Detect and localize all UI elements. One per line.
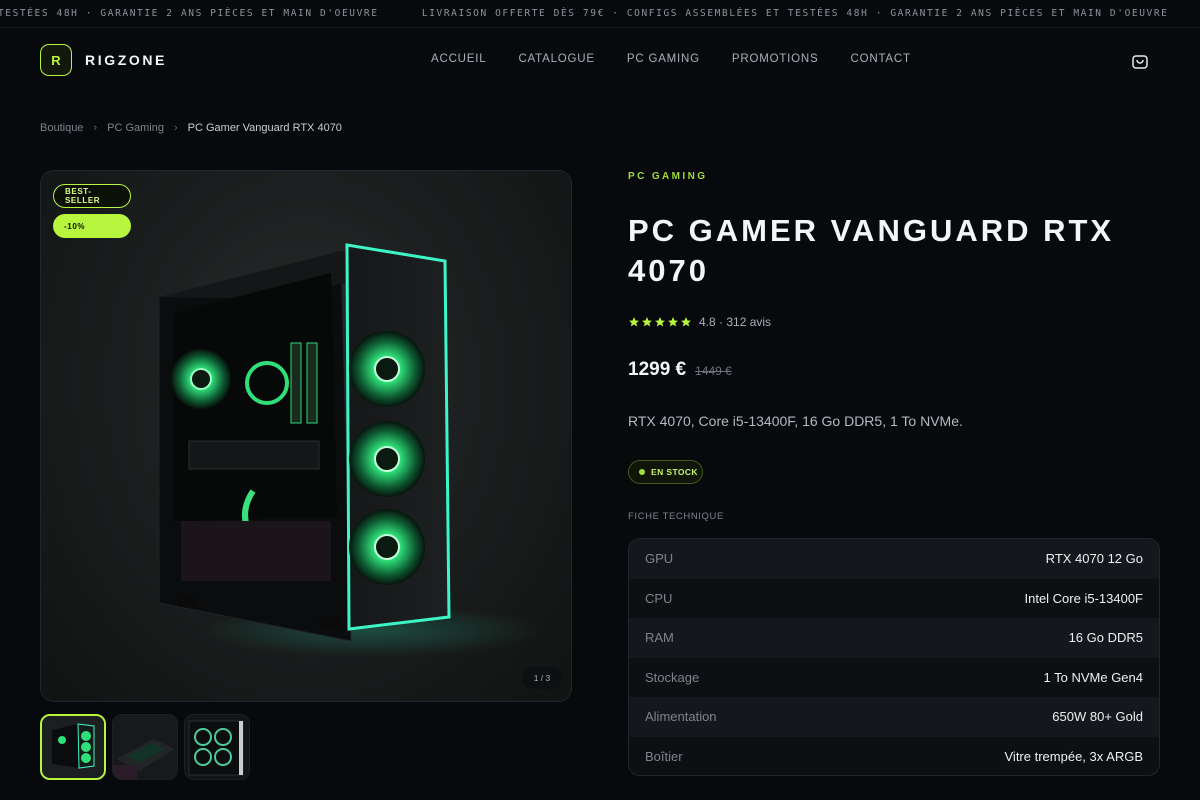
product-category[interactable]: PC GAMING <box>628 171 707 182</box>
spec-label: CPU <box>645 590 673 606</box>
product-rating[interactable]: 4.8 · 312 avis <box>628 315 771 329</box>
star-icon <box>681 317 691 327</box>
product-price: 1299 € 1449 € <box>628 359 732 381</box>
old-price: 1449 € <box>695 364 732 378</box>
breadcrumb-separator: › <box>93 122 98 134</box>
ticker-item: LIVRAISON OFFERTE DÈS 79€ · CONFIGS ASSE… <box>421 8 1169 19</box>
bestseller-badge: BEST-SELLER <box>53 184 131 208</box>
spec-label: Alimentation <box>645 709 717 725</box>
stock-label: EN STOCK <box>651 467 698 477</box>
brand-logo[interactable]: R RIGZONE <box>40 44 167 76</box>
spec-value: 1 To NVMe Gen4 <box>1043 669 1143 685</box>
nav-item-promotions[interactable]: PROMOTIONS <box>732 53 819 65</box>
spec-label: Stockage <box>645 669 700 685</box>
spec-heading: FICHE TECHNIQUE <box>628 511 724 522</box>
brand-name: RIGZONE <box>85 52 167 68</box>
star-icon <box>668 317 678 327</box>
star-icon <box>655 317 665 327</box>
rating-text: 4.8 · 312 avis <box>699 315 772 329</box>
nav-item-catalogue[interactable]: CATALOGUE <box>518 53 594 65</box>
main-nav: ACCUEIL CATALOGUE PC GAMING PROMOTIONS C… <box>415 53 927 65</box>
product-image[interactable]: BEST-SELLER -10% 1 / 3 <box>40 170 572 702</box>
spec-row-cpu: CPU Intel Core i5-13400F <box>629 578 1159 618</box>
spec-row-case: Boîtier Vitre trempée, 3x ARGB <box>629 736 1159 775</box>
star-icon <box>629 317 639 327</box>
pc-case-image <box>158 243 541 657</box>
ticker-item: ET TESTÉES 48H · GARANTIE 2 ANS PIÈCES E… <box>0 8 379 19</box>
spec-row-ram: RAM 16 Go DDR5 <box>629 618 1159 658</box>
spec-value: 650W 80+ Gold <box>1052 709 1143 725</box>
spec-label: Boîtier <box>645 748 683 764</box>
spec-value: 16 Go DDR5 <box>1068 630 1143 646</box>
spec-value: Intel Core i5-13400F <box>1024 590 1143 606</box>
thumbnail-1[interactable] <box>40 714 106 780</box>
breadcrumb-separator: › <box>173 122 178 134</box>
thumbnail-3[interactable] <box>184 714 250 780</box>
announcement-ticker: ET TESTÉES 48H · GARANTIE 2 ANS PIÈCES E… <box>0 0 1200 28</box>
breadcrumb-item-pc-gaming[interactable]: PC Gaming <box>107 122 164 134</box>
spec-label: GPU <box>645 551 674 567</box>
nav-item-contact[interactable]: CONTACT <box>851 53 911 65</box>
current-price: 1299 € <box>628 359 687 380</box>
thumbnail-2[interactable] <box>112 714 178 780</box>
product-description: RTX 4070, Core i5-13400F, 16 Go DDR5, 1 … <box>628 413 963 429</box>
breadcrumb-item-boutique[interactable]: Boutique <box>40 122 83 134</box>
product-title: PC GAMER VANGUARD RTX 4070 <box>628 213 1115 288</box>
rating-stars <box>628 316 693 328</box>
shopping-bag-icon[interactable] <box>1129 50 1151 72</box>
breadcrumb-current: PC Gamer Vanguard RTX 4070 <box>187 122 342 134</box>
spec-row-gpu: GPU RTX 4070 12 Go <box>629 539 1159 579</box>
site-header: R RIGZONE ACCUEIL CATALOGUE PC GAMING PR… <box>0 28 1200 92</box>
thumbnail-strip <box>40 714 256 780</box>
stock-badge: EN STOCK <box>628 460 703 484</box>
logo-mark: R <box>40 44 72 76</box>
spec-table: GPU RTX 4070 12 Go CPU Intel Core i5-134… <box>628 538 1160 776</box>
breadcrumb: Boutique › PC Gaming › PC Gamer Vanguard… <box>40 122 342 134</box>
nav-item-accueil[interactable]: ACCUEIL <box>431 53 486 65</box>
spec-row-psu: Alimentation 650W 80+ Gold <box>629 697 1159 737</box>
stock-dot-icon <box>639 469 645 475</box>
image-counter: 1 / 3 <box>522 667 562 689</box>
ticker-track: ET TESTÉES 48H · GARANTIE 2 ANS PIÈCES E… <box>0 8 1200 19</box>
nav-item-pc-gaming[interactable]: PC GAMING <box>627 53 700 65</box>
spec-value: RTX 4070 12 Go <box>1045 551 1143 567</box>
discount-badge: -10% <box>53 214 131 238</box>
spec-label: RAM <box>645 630 674 646</box>
star-icon <box>642 317 652 327</box>
spec-value: Vitre trempée, 3x ARGB <box>1004 748 1144 764</box>
spec-row-storage: Stockage 1 To NVMe Gen4 <box>629 657 1159 697</box>
